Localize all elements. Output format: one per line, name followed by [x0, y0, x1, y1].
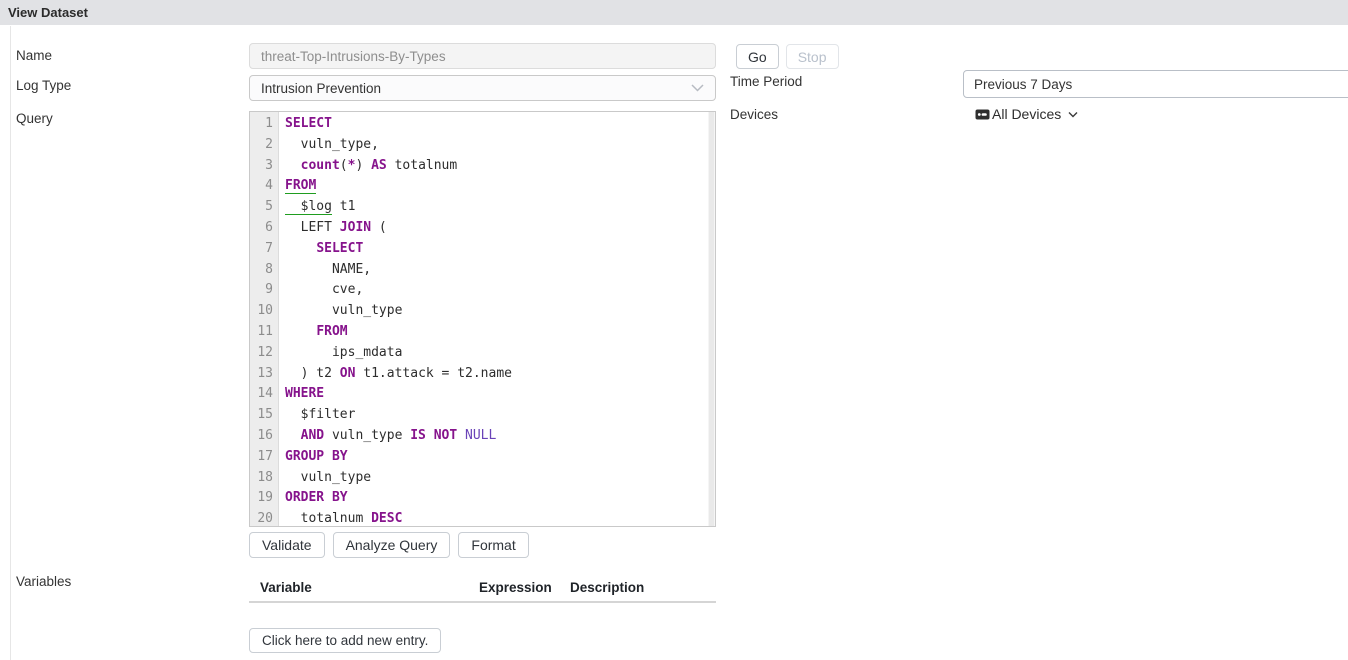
devices-value: All Devices — [992, 106, 1061, 122]
code-line[interactable]: totalnum DESC — [279, 509, 708, 526]
variables-label: Variables — [16, 574, 71, 589]
code-line[interactable]: ORDER BY — [279, 488, 708, 509]
page-title: View Dataset — [8, 5, 88, 20]
line-number: 10 — [250, 301, 278, 322]
validate-button[interactable]: Validate — [249, 532, 325, 558]
line-number: 11 — [250, 322, 278, 343]
line-number: 8 — [250, 260, 278, 281]
line-number: 15 — [250, 405, 278, 426]
devices-label: Devices — [730, 107, 778, 122]
name-input[interactable] — [249, 43, 716, 69]
code-line[interactable]: GROUP BY — [279, 447, 708, 468]
column-header-description: Description — [570, 580, 716, 595]
name-label: Name — [16, 48, 52, 63]
code-line[interactable]: vuln_type, — [279, 135, 708, 156]
column-header-expression: Expression — [479, 580, 570, 595]
line-number: 9 — [250, 280, 278, 301]
code-line[interactable]: vuln_type — [279, 468, 708, 489]
code-line[interactable]: $log t1 — [279, 197, 708, 218]
line-number: 18 — [250, 468, 278, 489]
log-type-label: Log Type — [16, 78, 71, 93]
code-line[interactable]: SELECT — [279, 239, 708, 260]
go-button[interactable]: Go — [736, 44, 779, 69]
stop-button[interactable]: Stop — [786, 44, 839, 69]
line-number: 3 — [250, 156, 278, 177]
chevron-down-icon — [1068, 111, 1078, 118]
code-line[interactable]: ips_mdata — [279, 343, 708, 364]
column-header-variable: Variable — [249, 580, 479, 595]
line-number: 6 — [250, 218, 278, 239]
log-type-select[interactable]: Intrusion Prevention — [249, 75, 716, 101]
query-editor-lines[interactable]: SELECT vuln_type, count(*) AS totalnumFR… — [279, 112, 708, 526]
line-number: 5 — [250, 197, 278, 218]
editor-scrollbar[interactable] — [708, 112, 715, 526]
analyze-query-button[interactable]: Analyze Query — [333, 532, 451, 558]
code-line[interactable]: FROM — [279, 322, 708, 343]
line-number: 7 — [250, 239, 278, 260]
view-dataset-page: View Dataset Name Log Type Query Variabl… — [0, 0, 1348, 660]
code-line[interactable]: SELECT — [279, 114, 708, 135]
line-number: 20 — [250, 509, 278, 530]
variables-table-header: Variable Expression Description — [249, 573, 716, 603]
run-controls: Go Stop — [736, 44, 839, 69]
line-number: 13 — [250, 364, 278, 385]
format-button[interactable]: Format — [458, 532, 528, 558]
code-line[interactable]: vuln_type — [279, 301, 708, 322]
code-line[interactable]: NAME, — [279, 260, 708, 281]
query-actions: Validate Analyze Query Format — [249, 532, 529, 558]
line-number: 19 — [250, 488, 278, 509]
panel-left-border — [10, 26, 11, 660]
query-editor[interactable]: 1234567891011121314151617181920 SELECT v… — [249, 111, 716, 527]
device-icon — [975, 109, 990, 120]
chevron-down-icon — [691, 84, 704, 92]
code-line[interactable]: FROM — [279, 176, 708, 197]
log-type-value: Intrusion Prevention — [261, 81, 381, 96]
line-number: 2 — [250, 135, 278, 156]
code-line[interactable]: ) t2 ON t1.attack = t2.name — [279, 364, 708, 385]
line-number: 1 — [250, 114, 278, 135]
add-entry-button[interactable]: Click here to add new entry. — [249, 628, 441, 653]
devices-dropdown[interactable]: All Devices — [975, 106, 1078, 122]
code-line[interactable]: WHERE — [279, 384, 708, 405]
time-period-input[interactable] — [963, 70, 1348, 98]
line-number: 17 — [250, 447, 278, 468]
line-number: 4 — [250, 176, 278, 197]
line-number: 16 — [250, 426, 278, 447]
time-period-label: Time Period — [730, 74, 802, 89]
code-line[interactable]: $filter — [279, 405, 708, 426]
query-label: Query — [16, 111, 53, 126]
code-line[interactable]: cve, — [279, 280, 708, 301]
query-editor-gutter: 1234567891011121314151617181920 — [250, 112, 279, 526]
code-line[interactable]: LEFT JOIN ( — [279, 218, 708, 239]
line-number: 12 — [250, 343, 278, 364]
page-header: View Dataset — [0, 0, 1348, 25]
code-line[interactable]: AND vuln_type IS NOT NULL — [279, 426, 708, 447]
code-line[interactable]: count(*) AS totalnum — [279, 156, 708, 177]
line-number: 14 — [250, 384, 278, 405]
